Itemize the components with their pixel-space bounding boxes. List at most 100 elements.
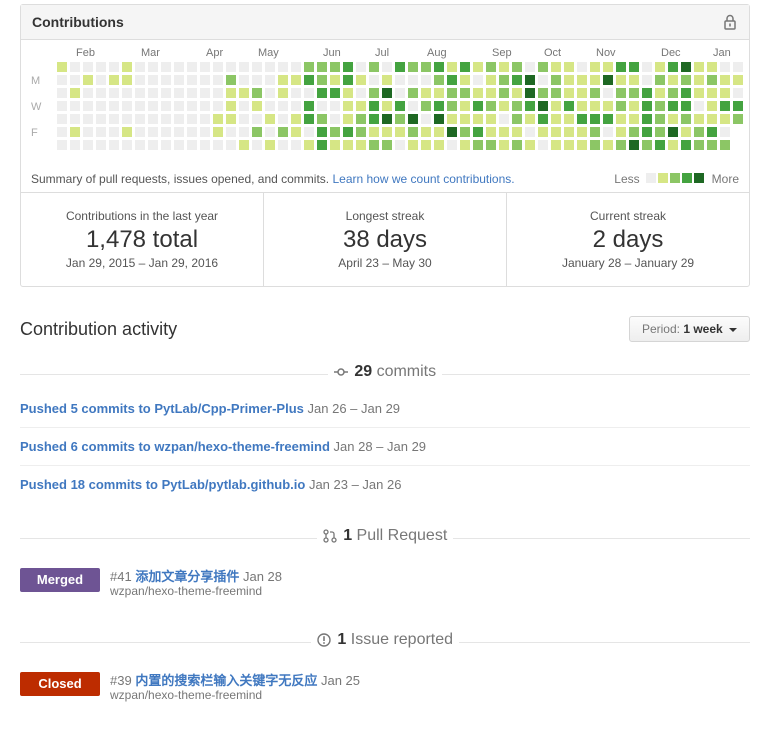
day-cell[interactable] xyxy=(252,88,262,98)
day-cell[interactable] xyxy=(96,75,106,85)
day-cell[interactable] xyxy=(577,88,587,98)
day-cell[interactable] xyxy=(668,140,678,150)
day-cell[interactable] xyxy=(96,88,106,98)
day-cell[interactable] xyxy=(655,101,665,111)
commit-link[interactable]: Pushed 5 commits to PytLab/Cpp-Primer-Pl… xyxy=(20,401,304,416)
day-cell[interactable] xyxy=(460,101,470,111)
day-cell[interactable] xyxy=(70,62,80,72)
day-cell[interactable] xyxy=(512,114,522,124)
day-cell[interactable] xyxy=(733,88,743,98)
day-cell[interactable] xyxy=(83,140,93,150)
day-cell[interactable] xyxy=(70,140,80,150)
day-cell[interactable] xyxy=(681,127,691,137)
day-cell[interactable] xyxy=(161,140,171,150)
day-cell[interactable] xyxy=(551,101,561,111)
day-cell[interactable] xyxy=(525,62,535,72)
day-cell[interactable] xyxy=(148,127,158,137)
day-cell[interactable] xyxy=(395,114,405,124)
day-cell[interactable] xyxy=(317,75,327,85)
day-cell[interactable] xyxy=(148,62,158,72)
day-cell[interactable] xyxy=(83,101,93,111)
day-cell[interactable] xyxy=(460,127,470,137)
day-cell[interactable] xyxy=(174,114,184,124)
day-cell[interactable] xyxy=(421,88,431,98)
day-cell[interactable] xyxy=(603,114,613,124)
day-cell[interactable] xyxy=(382,101,392,111)
day-cell[interactable] xyxy=(356,101,366,111)
day-cell[interactable] xyxy=(629,127,639,137)
day-cell[interactable] xyxy=(577,114,587,124)
day-cell[interactable] xyxy=(590,62,600,72)
day-cell[interactable] xyxy=(200,127,210,137)
day-cell[interactable] xyxy=(57,127,67,137)
day-cell[interactable] xyxy=(616,75,626,85)
day-cell[interactable] xyxy=(304,114,314,124)
day-cell[interactable] xyxy=(369,127,379,137)
day-cell[interactable] xyxy=(447,62,457,72)
period-select-button[interactable]: Period: 1 week xyxy=(629,316,750,342)
day-cell[interactable] xyxy=(265,75,275,85)
day-cell[interactable] xyxy=(174,75,184,85)
day-cell[interactable] xyxy=(252,114,262,124)
day-cell[interactable] xyxy=(668,75,678,85)
day-cell[interactable] xyxy=(473,114,483,124)
day-cell[interactable] xyxy=(551,62,561,72)
day-cell[interactable] xyxy=(434,88,444,98)
day-cell[interactable] xyxy=(408,114,418,124)
day-cell[interactable] xyxy=(447,114,457,124)
day-cell[interactable] xyxy=(252,75,262,85)
day-cell[interactable] xyxy=(330,62,340,72)
day-cell[interactable] xyxy=(317,114,327,124)
day-cell[interactable] xyxy=(395,75,405,85)
day-cell[interactable] xyxy=(499,88,509,98)
day-cell[interactable] xyxy=(57,88,67,98)
day-cell[interactable] xyxy=(577,62,587,72)
day-cell[interactable] xyxy=(265,140,275,150)
day-cell[interactable] xyxy=(57,114,67,124)
day-cell[interactable] xyxy=(486,140,496,150)
day-cell[interactable] xyxy=(122,101,132,111)
day-cell[interactable] xyxy=(239,75,249,85)
day-cell[interactable] xyxy=(122,140,132,150)
day-cell[interactable] xyxy=(239,88,249,98)
day-cell[interactable] xyxy=(616,127,626,137)
day-cell[interactable] xyxy=(343,127,353,137)
day-cell[interactable] xyxy=(226,114,236,124)
day-cell[interactable] xyxy=(239,114,249,124)
day-cell[interactable] xyxy=(590,101,600,111)
day-cell[interactable] xyxy=(655,62,665,72)
day-cell[interactable] xyxy=(395,127,405,137)
day-cell[interactable] xyxy=(421,114,431,124)
day-cell[interactable] xyxy=(421,75,431,85)
day-cell[interactable] xyxy=(343,101,353,111)
day-cell[interactable] xyxy=(499,75,509,85)
day-cell[interactable] xyxy=(616,114,626,124)
day-cell[interactable] xyxy=(70,88,80,98)
day-cell[interactable] xyxy=(408,127,418,137)
day-cell[interactable] xyxy=(733,101,743,111)
day-cell[interactable] xyxy=(603,101,613,111)
day-cell[interactable] xyxy=(408,101,418,111)
day-cell[interactable] xyxy=(486,114,496,124)
day-cell[interactable] xyxy=(668,127,678,137)
day-cell[interactable] xyxy=(460,62,470,72)
day-cell[interactable] xyxy=(434,140,444,150)
day-cell[interactable] xyxy=(83,62,93,72)
day-cell[interactable] xyxy=(278,88,288,98)
day-cell[interactable] xyxy=(551,88,561,98)
day-cell[interactable] xyxy=(551,114,561,124)
day-cell[interactable] xyxy=(408,75,418,85)
day-cell[interactable] xyxy=(512,127,522,137)
day-cell[interactable] xyxy=(486,62,496,72)
day-cell[interactable] xyxy=(525,101,535,111)
day-cell[interactable] xyxy=(590,114,600,124)
day-cell[interactable] xyxy=(421,140,431,150)
day-cell[interactable] xyxy=(135,62,145,72)
day-cell[interactable] xyxy=(694,101,704,111)
day-cell[interactable] xyxy=(616,88,626,98)
day-cell[interactable] xyxy=(499,114,509,124)
day-cell[interactable] xyxy=(577,140,587,150)
day-cell[interactable] xyxy=(109,127,119,137)
day-cell[interactable] xyxy=(148,140,158,150)
day-cell[interactable] xyxy=(668,88,678,98)
